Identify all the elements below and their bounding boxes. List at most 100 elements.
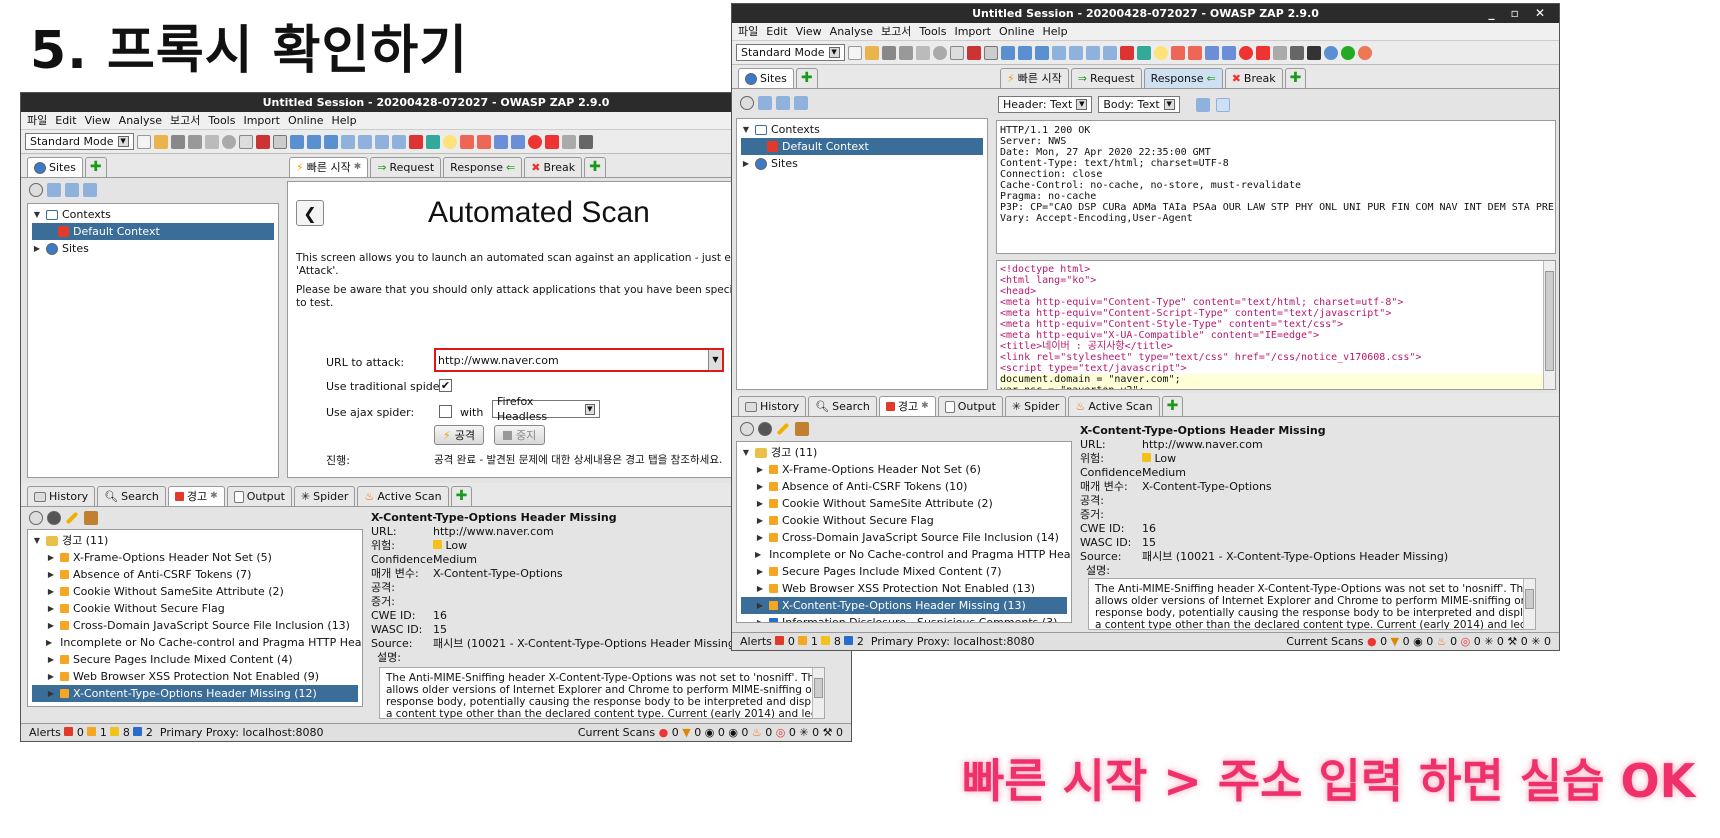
tree-contexts[interactable]: ▼ Contexts — [32, 206, 274, 223]
save-session-icon[interactable] — [881, 45, 896, 60]
tab-layout-icon[interactable] — [391, 134, 406, 149]
import-context-icon[interactable] — [65, 183, 79, 197]
layout-icon[interactable] — [238, 134, 253, 149]
tree-default-context[interactable]: Default Context — [741, 138, 983, 155]
menu-0[interactable]: 파일 — [27, 114, 47, 127]
tab-request[interactable]: ⇒ Request — [370, 157, 442, 177]
tab-layout-icon[interactable] — [374, 134, 389, 149]
import-context-icon[interactable] — [776, 96, 790, 110]
fuzz-icon[interactable] — [1272, 45, 1287, 60]
tab-output[interactable]: Output — [937, 396, 1003, 416]
alerts-root[interactable]: ▼ 경고 (11) — [741, 444, 1067, 461]
menu-6[interactable]: Import — [243, 114, 280, 127]
chevron-down-icon[interactable]: ▼ — [708, 350, 722, 370]
tab-output[interactable]: Output — [226, 486, 292, 506]
break-response-icon[interactable] — [1187, 45, 1202, 60]
menu-4[interactable]: 보고서 — [881, 25, 911, 38]
mode-select[interactable]: Standard Mode ▼ — [25, 133, 134, 150]
alert-item[interactable]: ▶ X-Frame-Options Header Not Set (6) — [741, 461, 1067, 478]
pencil-icon[interactable] — [776, 422, 790, 436]
new-context-icon[interactable] — [47, 183, 61, 197]
tab-history[interactable]: History — [738, 396, 807, 416]
gear-icon[interactable] — [221, 134, 236, 149]
scrollbar[interactable] — [812, 668, 824, 718]
alert-item[interactable]: ▶ X-Content-Type-Options Header Missing (… — [741, 597, 1067, 614]
menu-1[interactable]: Edit — [55, 114, 76, 127]
stop-button[interactable]: 중지 — [494, 425, 546, 445]
target-icon[interactable] — [740, 96, 754, 110]
layout-icon[interactable] — [949, 45, 964, 60]
step-icon[interactable] — [493, 134, 508, 149]
snapshot-icon[interactable] — [898, 45, 913, 60]
tab-response[interactable]: Response ⇐ — [443, 157, 523, 177]
tab-active-scan[interactable]: ♨ Active Scan — [1068, 396, 1160, 416]
globe-icon[interactable] — [758, 422, 772, 436]
tab-spider[interactable]: ✳ Spider — [1004, 396, 1067, 416]
fuzz-icon[interactable] — [561, 134, 576, 149]
break-request-icon[interactable] — [1170, 45, 1185, 60]
tools-icon[interactable] — [578, 134, 593, 149]
panel-icon[interactable] — [1017, 45, 1032, 60]
alerts-root[interactable]: ▼ 경고 (11) — [32, 532, 358, 549]
alert-item[interactable]: ▶Information Disclosure - Suspicious Com… — [741, 614, 1067, 622]
new-session-icon[interactable] — [136, 134, 151, 149]
panel-icon[interactable] — [306, 134, 321, 149]
split-view-icon[interactable] — [1195, 97, 1210, 112]
alert-item[interactable]: ▶ X-Frame-Options Header Not Set (5) — [32, 549, 358, 566]
open-session-icon[interactable] — [153, 134, 168, 149]
alert-item[interactable]: ▶ Web Browser XSS Protection Not Enabled … — [32, 668, 358, 685]
alert-item[interactable]: ▶Information Disclosure - Suspicious Com… — [32, 702, 358, 706]
firefox-icon[interactable] — [1357, 45, 1372, 60]
tree-sites[interactable]: ▶ Sites — [741, 155, 983, 172]
tab-layout-icon[interactable] — [1085, 45, 1100, 60]
menu-1[interactable]: Edit — [766, 25, 787, 38]
back-button[interactable]: ❮ — [296, 200, 324, 226]
menu-6[interactable]: Import — [954, 25, 991, 38]
pencil-icon[interactable] — [65, 511, 79, 525]
body-view-select[interactable]: Body: Text ▼ — [1098, 96, 1180, 113]
alert-item[interactable]: ▶ Cookie Without SameSite Attribute (2) — [741, 495, 1067, 512]
save-session-icon[interactable] — [170, 134, 185, 149]
tab-break[interactable]: ✖ Break — [524, 157, 583, 177]
ajax-checkbox[interactable] — [439, 405, 452, 418]
alert-item[interactable]: ▶ Secure Pages Include Mixed Content (4) — [32, 651, 358, 668]
add-tab-button[interactable]: ✚ — [795, 68, 818, 88]
stop-icon[interactable] — [1238, 45, 1253, 60]
clear-icon[interactable] — [966, 45, 981, 60]
alert-item[interactable]: ▶ Absence of Anti-CSRF Tokens (10) — [741, 478, 1067, 495]
status-icon[interactable] — [1340, 45, 1355, 60]
spider-checkbox[interactable]: ✔ — [439, 379, 452, 392]
tools-icon[interactable] — [1289, 45, 1304, 60]
tab-break[interactable]: ✖ Break — [1224, 68, 1283, 88]
browser-select[interactable]: Firefox Headless ▼ — [492, 395, 600, 423]
new-context-icon[interactable] — [758, 96, 772, 110]
mode-select[interactable]: Standard Mode ▼ — [736, 44, 845, 61]
target-icon[interactable] — [29, 183, 43, 197]
tab-search[interactable]: 🔍︎ Search — [808, 396, 877, 416]
drop-icon[interactable] — [544, 134, 559, 149]
broom-icon[interactable] — [84, 511, 98, 525]
continue-icon[interactable] — [510, 134, 525, 149]
add-tab-button[interactable]: ✚ — [1284, 68, 1307, 88]
help-icon[interactable] — [1323, 45, 1338, 60]
tab-search[interactable]: 🔍︎ Search — [97, 486, 166, 506]
tab-layout-icon[interactable] — [340, 134, 355, 149]
alert-item[interactable]: ▶ Cross-Domain JavaScript Source File Inc… — [741, 529, 1067, 546]
export-context-icon[interactable] — [83, 183, 97, 197]
view-icon[interactable] — [983, 45, 998, 60]
tab-history[interactable]: History — [27, 486, 96, 506]
menu-7[interactable]: Online — [999, 25, 1034, 38]
tab-sites[interactable]: Sites — [27, 157, 83, 177]
break-request-icon[interactable] — [459, 134, 474, 149]
scrollbar[interactable] — [1523, 579, 1535, 629]
broom-icon[interactable] — [795, 422, 809, 436]
tab-layout-icon[interactable] — [1102, 45, 1117, 60]
panel-icon[interactable] — [289, 134, 304, 149]
tab-alerts[interactable]: 경고 ✱ — [878, 396, 936, 416]
tab-active-scan[interactable]: ♨ Active Scan — [357, 486, 449, 506]
tree-default-context[interactable]: Default Context — [32, 223, 274, 240]
snapshot-icon[interactable] — [187, 134, 202, 149]
tab-alerts[interactable]: 경고 ✱ — [167, 486, 225, 506]
tab-layout-icon[interactable] — [1068, 45, 1083, 60]
panel-icon[interactable] — [323, 134, 338, 149]
